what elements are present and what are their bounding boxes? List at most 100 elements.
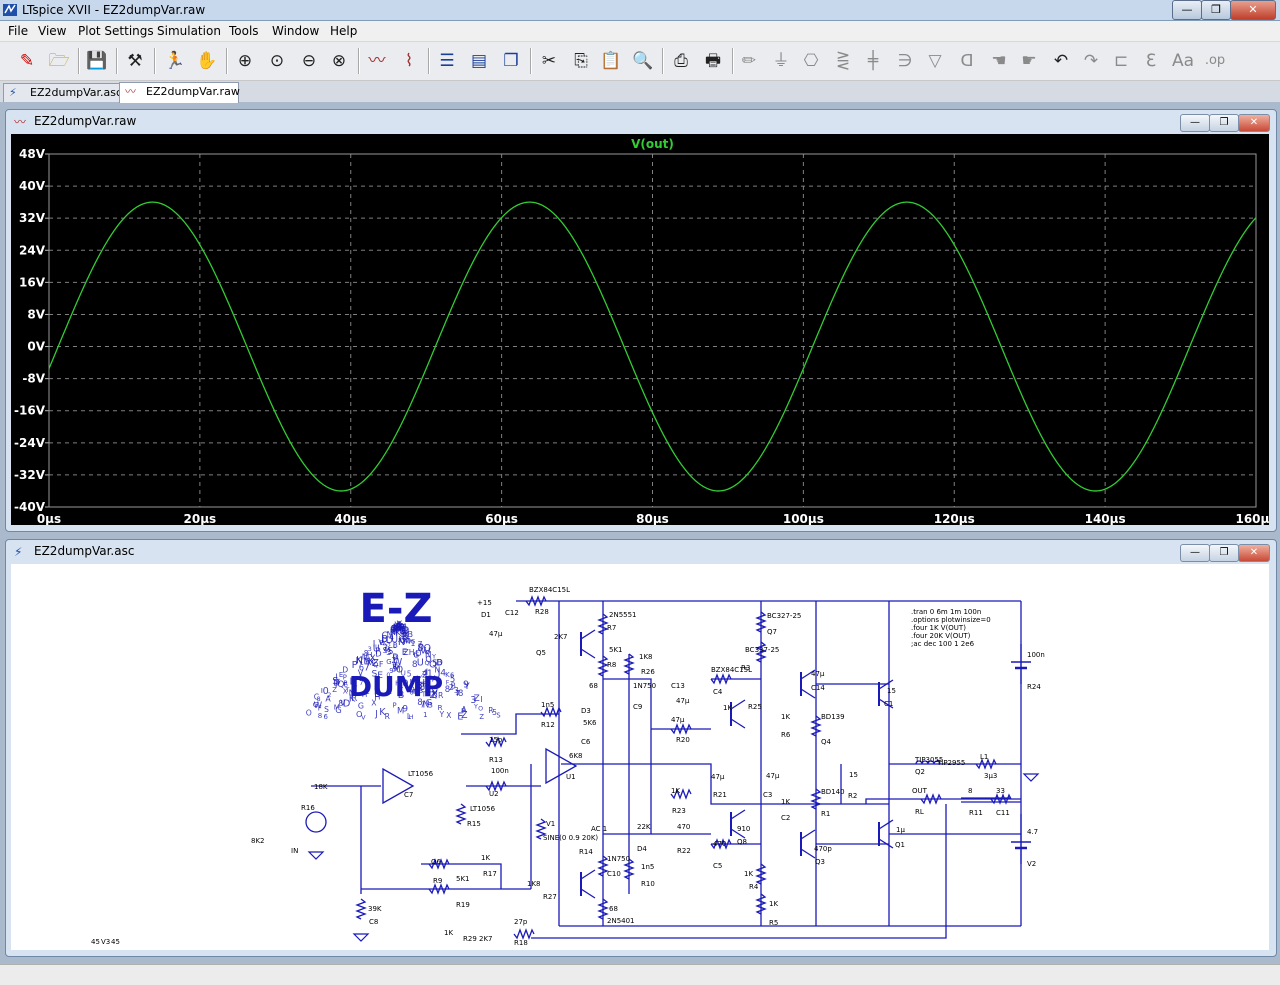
open-folder-icon[interactable]: 🗁 xyxy=(46,48,72,74)
spice-directive[interactable]: .four 20K V(OUT) xyxy=(911,632,971,640)
capacitor-icon[interactable]: ╪ xyxy=(860,48,886,74)
menu-file[interactable]: File xyxy=(8,24,28,38)
label-net-icon[interactable]: ⎔ xyxy=(798,48,824,74)
component-label: R15 xyxy=(467,820,481,828)
component-icon[interactable]: ᗡ xyxy=(954,48,980,74)
spice-directive[interactable]: ;ac dec 100 1 2e6 xyxy=(911,640,975,648)
halt-hand-icon[interactable]: ✋ xyxy=(194,48,220,74)
spice-directives[interactable]: .tran 0 6m 1m 100n.options plotwinsize=0… xyxy=(911,608,991,648)
menu-window[interactable]: Window xyxy=(272,24,319,38)
spice-directive-icon[interactable]: .op xyxy=(1202,48,1228,74)
drag-hand-icon[interactable]: ☛ xyxy=(1016,48,1042,74)
cascade-icon[interactable]: ❐ xyxy=(498,48,524,74)
tile-horizontal-icon[interactable]: ☰ xyxy=(434,48,460,74)
logo-glyph: 6 xyxy=(324,713,328,721)
print-setup-icon[interactable]: 🖶 xyxy=(700,48,726,74)
resistor-icon[interactable]: ⋛ xyxy=(830,48,856,74)
component-label: 1K8 xyxy=(527,880,541,888)
logo-glyph: 3 xyxy=(386,647,391,657)
zoom-in-icon[interactable]: ⊕ xyxy=(232,48,258,74)
new-schematic-icon[interactable]: ✎ xyxy=(14,48,40,74)
schematic-close-button[interactable]: ✕ xyxy=(1238,544,1270,562)
resistor-symbol[interactable] xyxy=(455,803,467,825)
resistor-symbol[interactable] xyxy=(540,706,562,718)
spice-directive[interactable]: .four 1K V(OUT) xyxy=(911,624,966,632)
menu-help[interactable]: Help xyxy=(330,24,357,38)
undo-icon[interactable]: ↶ xyxy=(1048,48,1074,74)
component-label: R2 xyxy=(848,792,857,800)
print-icon[interactable]: ⎙ xyxy=(668,48,694,74)
close-button[interactable]: ✕ xyxy=(1230,0,1276,20)
waveform-maximize-button[interactable]: ❐ xyxy=(1209,114,1239,132)
cut-icon[interactable]: ✂ xyxy=(536,48,562,74)
component-label: C7 xyxy=(404,791,413,799)
tab-schematic[interactable]: ⚡ EZ2dumpVar.asc xyxy=(3,83,122,102)
wire-pencil-icon[interactable]: ✏ xyxy=(736,48,762,74)
plot-pane[interactable]: 0µs20µs40µs60µs80µs100µs120µs140µs160µs4… xyxy=(11,134,1277,526)
copy-icon[interactable]: ⎘ xyxy=(568,48,594,74)
logo-glyph: X xyxy=(446,711,451,720)
diode-icon[interactable]: ▽ xyxy=(922,48,948,74)
control-panel-icon[interactable]: ⚒ xyxy=(122,48,148,74)
ground-icon[interactable]: ⏚ xyxy=(768,48,794,74)
maximize-button[interactable]: ❐ xyxy=(1201,0,1231,20)
logo-glyph: 8 xyxy=(318,712,322,720)
component-label: SINE(0 0.9 20K) xyxy=(543,834,598,842)
mirror-icon[interactable]: ℇ xyxy=(1138,48,1164,74)
waveform-minimize-button[interactable]: — xyxy=(1180,114,1210,132)
wire[interactable] xyxy=(360,786,531,894)
logo-glyph: Y xyxy=(463,682,470,692)
wire[interactable] xyxy=(603,678,652,835)
x-tick-label: 140µs xyxy=(1085,512,1126,525)
zoom-fit-icon[interactable]: ⊗ xyxy=(326,48,352,74)
plot-svg[interactable]: 0µs20µs40µs60µs80µs100µs120µs140µs160µs4… xyxy=(11,134,1276,526)
menu-view[interactable]: View xyxy=(38,24,66,38)
spice-directive[interactable]: .tran 0 6m 1m 100n xyxy=(911,608,981,616)
zoom-pan-icon[interactable]: ⊙ xyxy=(264,48,290,74)
resistor-symbol[interactable] xyxy=(355,898,367,920)
transistor-lead xyxy=(730,699,746,710)
inductor-icon[interactable]: ∋ xyxy=(892,48,918,74)
zoom-out-icon[interactable]: ⊖ xyxy=(296,48,322,74)
document-tabs: ⚡ EZ2dumpVar.asc 〰 EZ2dumpVar.raw xyxy=(0,81,1280,103)
component-label: 15 xyxy=(887,687,896,695)
component-label: 18K xyxy=(314,783,328,791)
spice-directive[interactable]: .options plotwinsize=0 xyxy=(911,616,991,624)
text-icon[interactable]: Aa xyxy=(1170,48,1196,74)
schematic-minimize-button[interactable]: — xyxy=(1180,544,1210,562)
schematic-maximize-button[interactable]: ❐ xyxy=(1209,544,1239,562)
ground-symbol xyxy=(352,933,370,942)
component-label: C5 xyxy=(713,862,722,870)
find-icon[interactable]: 🔍 xyxy=(630,48,656,74)
waveform-close-button[interactable]: ✕ xyxy=(1238,114,1270,132)
paste-icon[interactable]: 📋 xyxy=(598,48,624,74)
menu-tools[interactable]: Tools xyxy=(229,24,259,38)
save-icon[interactable]: 💾 xyxy=(84,48,110,74)
tile-vertical-icon[interactable]: ▤ xyxy=(466,48,492,74)
component-label: R9 xyxy=(433,877,442,885)
menu-simulation[interactable]: Simulation xyxy=(157,24,221,38)
component-label: 47µ xyxy=(489,630,503,638)
move-hand-icon[interactable]: ☚ xyxy=(986,48,1012,74)
run-icon[interactable]: 🏃 xyxy=(162,48,188,74)
component-label: R3 xyxy=(741,664,750,672)
component-label: C6 xyxy=(581,738,591,746)
pick-trace-icon[interactable]: ⌇ xyxy=(396,48,422,74)
component-label: D4 xyxy=(637,845,647,853)
minimize-button[interactable]: — xyxy=(1172,0,1202,20)
component-label: 1K xyxy=(481,854,490,862)
autorange-icon[interactable]: 〰 xyxy=(364,48,390,74)
y-tick-label: -8V xyxy=(22,372,45,386)
ground-symbol xyxy=(1022,773,1040,782)
voltage-source-symbol[interactable] xyxy=(305,811,327,833)
schematic-svg[interactable]: OS7KK4MGNJ2GZ39M6O30D392ALDBNYV3JLNQ7X7A… xyxy=(11,564,1269,966)
schematic-canvas[interactable]: OS7KK4MGNJ2GZ39M6O30D392ALDBNYV3JLNQ7X7A… xyxy=(11,564,1269,966)
resistor-symbol[interactable] xyxy=(513,928,535,940)
component-label: 22K xyxy=(637,823,651,831)
trace-label-vout[interactable]: V(out) xyxy=(631,137,674,151)
component-label: C14 xyxy=(811,684,825,692)
tab-waveform[interactable]: 〰 EZ2dumpVar.raw xyxy=(119,82,240,103)
redo-icon[interactable]: ↷ xyxy=(1078,48,1104,74)
rotate-icon[interactable]: ⊏ xyxy=(1108,48,1134,74)
menu-plot-settings[interactable]: Plot Settings xyxy=(78,24,154,38)
